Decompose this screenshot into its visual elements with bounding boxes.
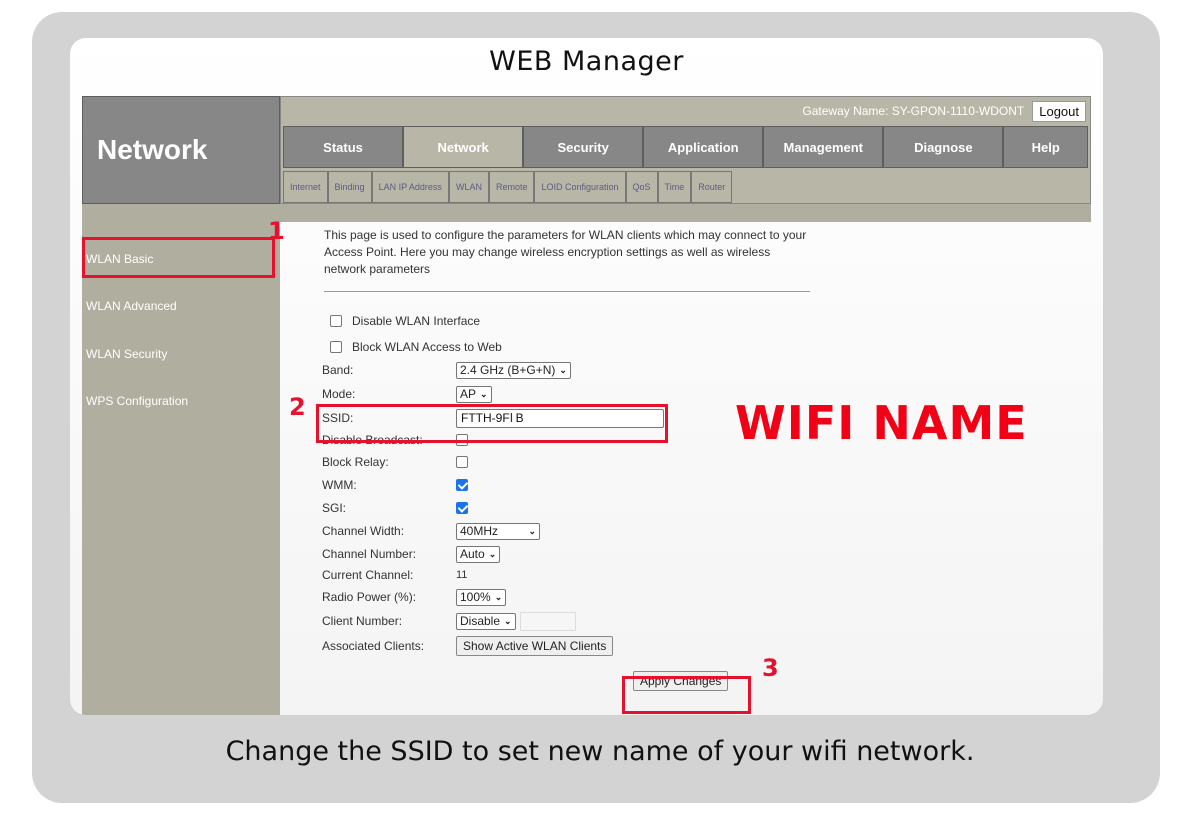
disable-wlan-label: Disable WLAN Interface	[352, 314, 481, 328]
associated-clients-label: Associated Clients:	[322, 639, 425, 653]
chevron-down-icon: ⌄	[528, 525, 536, 536]
block-wlan-label: Block WLAN Access to Web	[352, 340, 502, 354]
caption: Change the SSID to set new name of your …	[225, 736, 975, 767]
client-number-select[interactable]: Disable ⌄	[456, 612, 516, 630]
sgi-row: SGI:	[322, 498, 468, 518]
sgi-label: SGI:	[322, 501, 347, 515]
band-value: 2.4 GHz (B+G+N)	[460, 363, 556, 377]
channel-number-select[interactable]: Auto ⌄	[456, 545, 501, 563]
block-relay-checkbox[interactable]	[456, 456, 468, 468]
subtab-loid-configuration[interactable]: LOID Configuration	[534, 171, 626, 203]
mode-select[interactable]: AP ⌄	[456, 385, 492, 403]
show-active-clients-button[interactable]: Show Active WLAN Clients	[456, 636, 614, 656]
gateway-row: Gateway Name: SY-GPON-1110-WDONT Logout	[802, 99, 1086, 123]
browser-window: WEB Manager Network Gateway Name: SY-GPO…	[70, 38, 1103, 715]
radio-power-row: Radio Power (%): 100% ⌄	[322, 587, 507, 607]
block-wlan-row: Block WLAN Access to Web	[330, 340, 502, 354]
sidebar-item-wps-configuration[interactable]: WPS Configuration	[86, 394, 188, 408]
tab-diagnose[interactable]: Diagnose	[883, 126, 1004, 168]
radio-power-select[interactable]: 100% ⌄	[456, 588, 507, 606]
subtab-internet[interactable]: Internet	[283, 171, 328, 203]
subtab-lan-ip-address[interactable]: LAN IP Address	[371, 171, 449, 203]
tab-security[interactable]: Security	[523, 126, 644, 168]
subtab-wlan[interactable]: WLAN	[448, 171, 489, 203]
chevron-down-icon: ⌄	[559, 364, 567, 375]
main-tabs: Status Network Security Application Mana…	[283, 126, 1089, 168]
header-strip	[280, 204, 1091, 222]
subtab-router[interactable]: Router	[691, 171, 733, 203]
highlight-wlan-basic	[82, 237, 275, 278]
chevron-down-icon: ⌄	[504, 615, 512, 626]
sidebar: WLAN Basic WLAN Advanced WLAN Security W…	[82, 204, 280, 715]
highlight-apply	[622, 676, 751, 714]
wmm-row: WMM:	[322, 475, 468, 495]
step-3-label: 3	[762, 654, 779, 682]
page-description: This page is used to configure the param…	[324, 228, 807, 276]
subtab-binding[interactable]: Binding	[327, 171, 372, 203]
tab-help[interactable]: Help	[1003, 126, 1089, 168]
current-channel-label: Current Channel:	[322, 568, 414, 582]
mode-row: Mode: AP ⌄	[322, 384, 492, 404]
divider	[324, 291, 810, 292]
associated-clients-row: Associated Clients: Show Active WLAN Cli…	[322, 636, 614, 656]
current-channel-value: 11	[456, 569, 468, 581]
channel-width-select[interactable]: 40MHz ⌄	[456, 522, 540, 540]
channel-number-value: Auto	[460, 547, 485, 561]
current-channel-row: Current Channel: 11	[322, 565, 467, 585]
tab-network[interactable]: Network	[403, 126, 524, 168]
chevron-down-icon: ⌄	[480, 388, 488, 399]
sidebar-item-wlan-advanced[interactable]: WLAN Advanced	[86, 299, 177, 313]
client-number-value: Disable	[460, 614, 501, 628]
sgi-checkbox[interactable]	[456, 502, 468, 514]
step-1-label: 1	[268, 217, 285, 245]
channel-width-row: Channel Width: 40MHz ⌄	[322, 521, 540, 541]
logout-button[interactable]: Logout	[1032, 100, 1086, 122]
radio-power-value: 100%	[460, 590, 491, 604]
client-number-row: Client Number: Disable ⌄	[322, 611, 576, 631]
main-content: This page is used to configure the param…	[280, 222, 1091, 715]
channel-number-label: Channel Number:	[322, 547, 417, 561]
subtab-remote[interactable]: Remote	[488, 171, 535, 203]
disable-wlan-row: Disable WLAN Interface	[330, 314, 480, 328]
gateway-name: Gateway Name: SY-GPON-1110-WDONT	[802, 104, 1025, 118]
channel-width-value: 40MHz	[460, 524, 499, 538]
block-relay-label: Block Relay:	[322, 455, 389, 469]
block-relay-row: Block Relay:	[322, 452, 468, 472]
client-number-input[interactable]	[519, 611, 576, 631]
client-number-label: Client Number:	[322, 614, 403, 628]
mode-value: AP	[460, 387, 477, 401]
chevron-down-icon: ⌄	[494, 591, 503, 602]
top-nav-bar: Gateway Name: SY-GPON-1110-WDONT Logout …	[280, 96, 1091, 204]
subtab-time[interactable]: Time	[657, 171, 692, 203]
channel-width-label: Channel Width:	[322, 524, 405, 538]
tab-management[interactable]: Management	[763, 126, 884, 168]
disable-wlan-checkbox[interactable]	[330, 315, 342, 327]
band-row: Band: 2.4 GHz (B+G+N) ⌄	[322, 360, 571, 380]
wifi-name-annotation: WIFI NAME	[735, 396, 1028, 450]
sub-tabs: Internet Binding LAN IP Address WLAN Rem…	[283, 171, 733, 203]
sidebar-item-wlan-security[interactable]: WLAN Security	[86, 347, 167, 361]
mode-label: Mode:	[322, 387, 356, 401]
band-label: Band:	[322, 363, 354, 377]
subtab-qos[interactable]: QoS	[625, 171, 658, 203]
chevron-down-icon: ⌄	[488, 548, 497, 559]
wmm-label: WMM:	[322, 478, 357, 492]
band-select[interactable]: 2.4 GHz (B+G+N) ⌄	[456, 361, 571, 379]
tab-application[interactable]: Application	[643, 126, 764, 168]
wmm-checkbox[interactable]	[456, 479, 468, 491]
block-wlan-checkbox[interactable]	[330, 341, 342, 353]
tab-status[interactable]: Status	[283, 126, 404, 168]
brand-section-title: Network	[82, 96, 280, 204]
step-2-label: 2	[289, 393, 306, 421]
app-title: WEB Manager	[489, 46, 684, 77]
channel-number-row: Channel Number: Auto ⌄	[322, 544, 501, 564]
radio-power-label: Radio Power (%):	[322, 590, 417, 604]
highlight-ssid	[316, 404, 668, 443]
